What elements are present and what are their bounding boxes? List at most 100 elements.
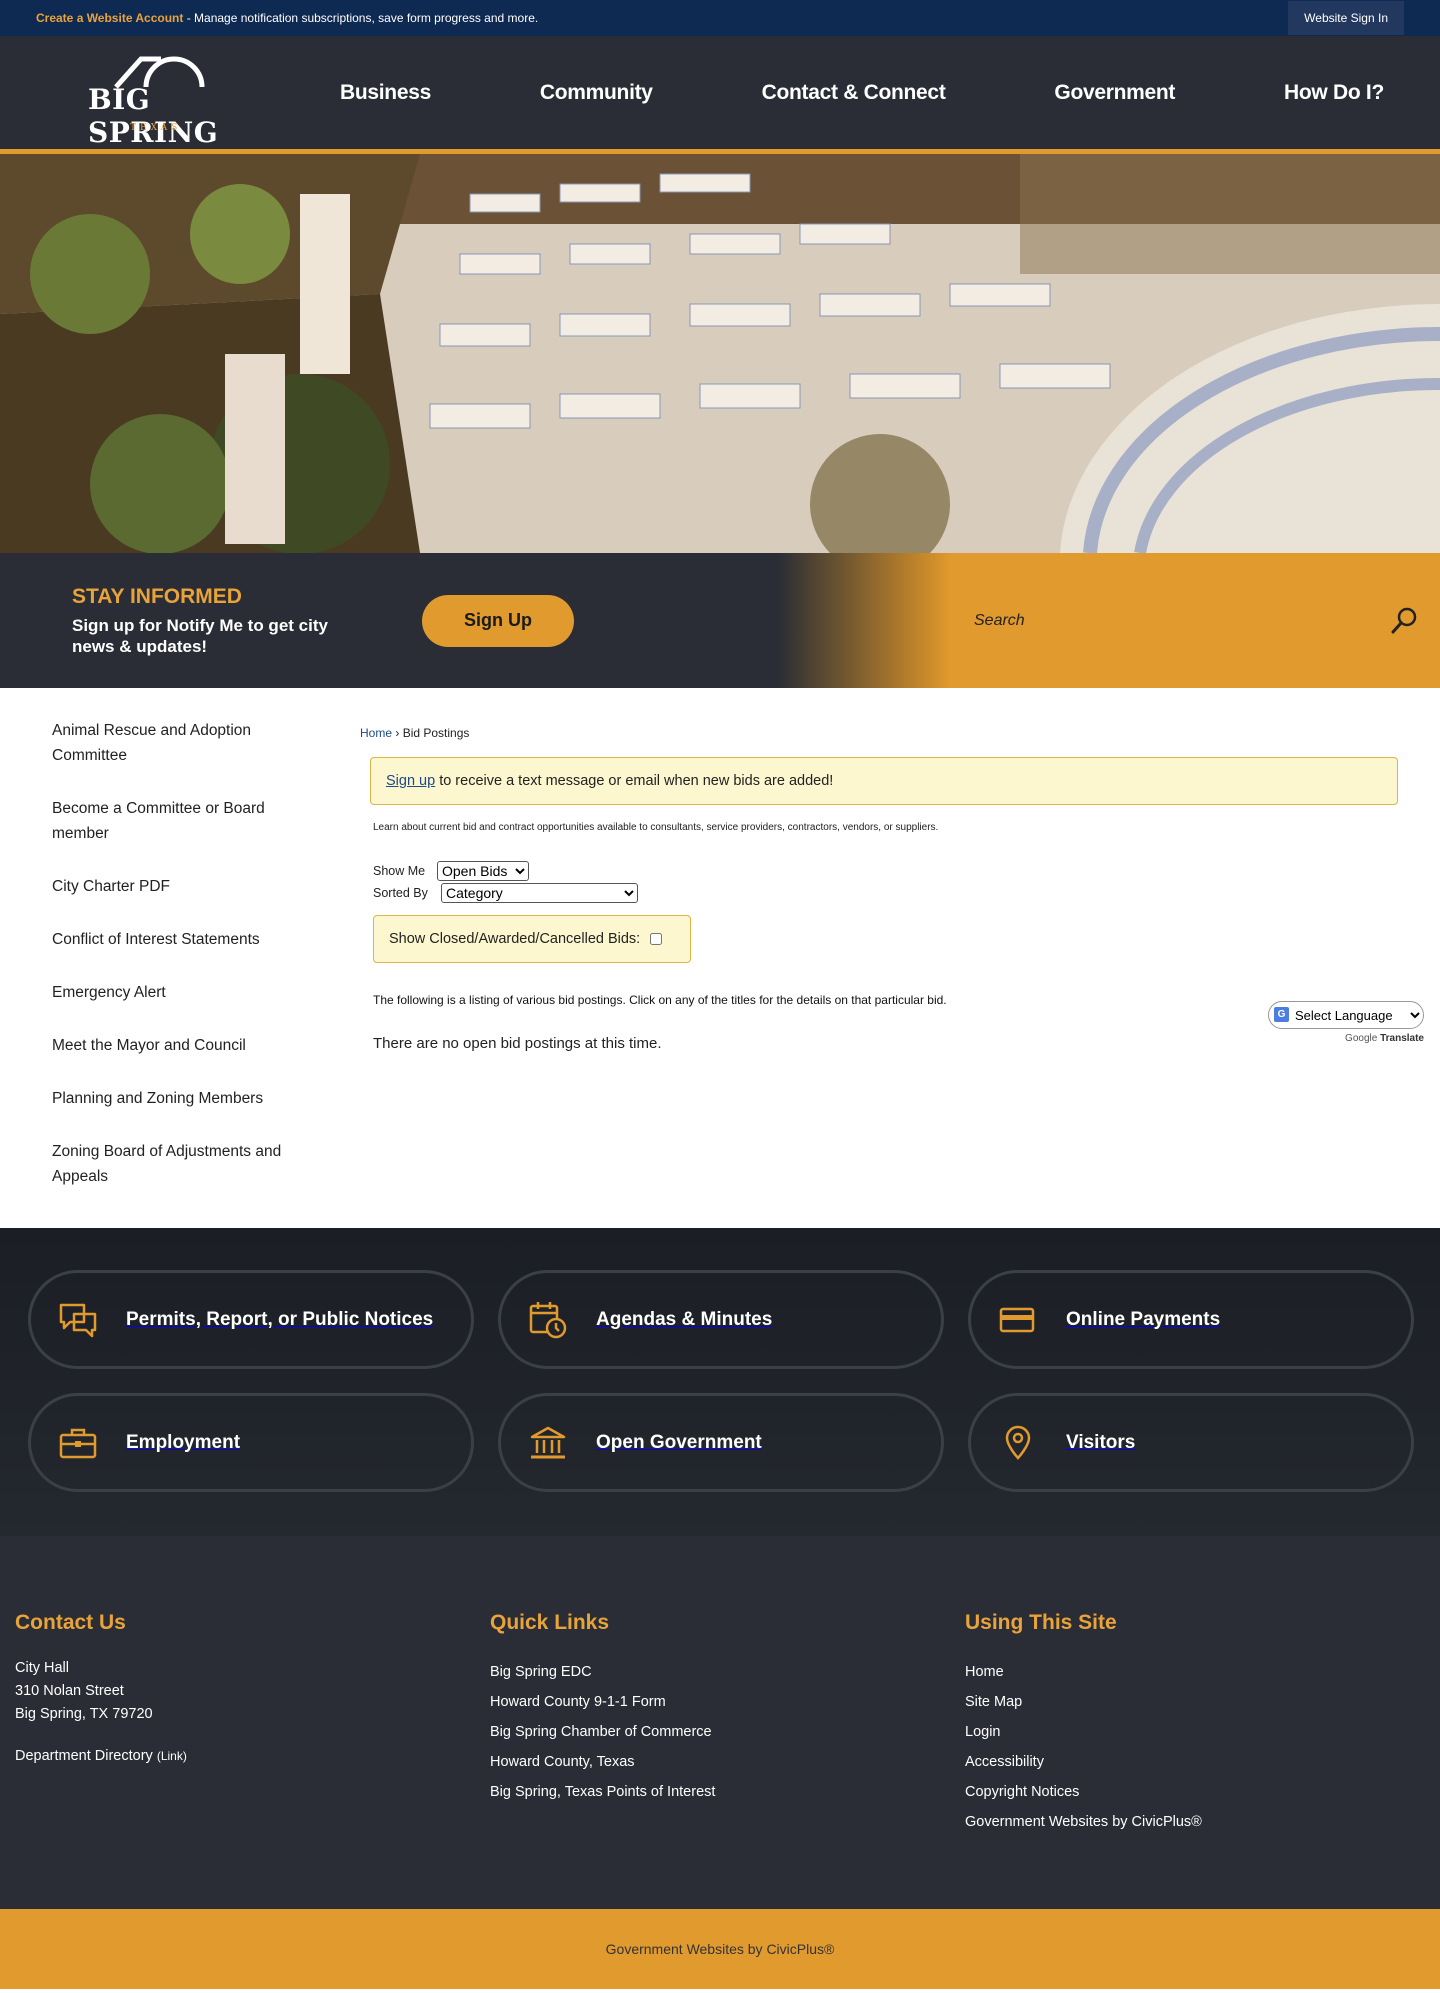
civicplus-credit-link[interactable]: Government Websites by CivicPlus® [606, 1941, 835, 1957]
footer-link-copyright[interactable]: Copyright Notices [965, 1777, 1440, 1807]
footer-link-chamber[interactable]: Big Spring Chamber of Commerce [490, 1717, 965, 1747]
website-sign-in-button[interactable]: Website Sign In [1288, 1, 1404, 35]
quick-label-open-government: Open Government [596, 1431, 762, 1453]
logo-subtitle: TEXAS [130, 122, 182, 133]
footer-link-howard-county[interactable]: Howard County, Texas [490, 1747, 965, 1777]
stay-informed-bar: STAY INFORMED Sign up for Notify Me to g… [0, 553, 1440, 688]
account-notice: Create a Website Account - Manage notifi… [36, 11, 538, 25]
footer-address-line3: Big Spring, TX 79720 [15, 1706, 153, 1722]
sidebar-item-become-committee[interactable]: Become a Committee or Board member [52, 796, 292, 846]
sidebar-item-city-charter[interactable]: City Charter PDF [52, 874, 292, 899]
nav-contact-connect[interactable]: Contact & Connect [762, 81, 946, 105]
site-header: BIG SPRING TEXAS Business Community Cont… [0, 36, 1440, 154]
site-footer: Contact Us City Hall 310 Nolan Street Bi… [0, 1536, 1440, 1909]
listing-description: The following is a listing of various bi… [373, 993, 947, 1007]
department-directory-text: Department Directory [15, 1748, 153, 1764]
department-directory-tag: (Link) [156, 1749, 187, 1763]
footer-link-911-form[interactable]: Howard County 9-1-1 Form [490, 1687, 965, 1717]
nav-business[interactable]: Business [340, 81, 431, 105]
show-me-select[interactable]: Open Bids [437, 861, 529, 881]
bid-postings-main: Home › Bid Postings Sign up to receive a… [360, 718, 1440, 1228]
sidebar-item-conflict-interest[interactable]: Conflict of Interest Statements [52, 927, 292, 952]
hero-banner-image [0, 154, 1440, 553]
stay-informed-text: STAY INFORMED Sign up for Notify Me to g… [72, 585, 352, 657]
nav-community[interactable]: Community [540, 81, 653, 105]
bid-intro-text: Learn about current bid and contract opp… [373, 822, 939, 833]
quick-button-visitors[interactable]: Visitors [968, 1393, 1414, 1492]
powered-by-google: Google Translate [1268, 1033, 1424, 1044]
footer-using-site-column: Using This Site Home Site Map Login Acce… [965, 1611, 1440, 1909]
show-me-label: Show Me [373, 864, 426, 878]
side-navigation: Animal Rescue and Adoption Committee Bec… [0, 718, 360, 1228]
breadcrumb-home[interactable]: Home [360, 726, 392, 740]
quick-button-agendas[interactable]: Agendas & Minutes [498, 1270, 944, 1369]
sorted-by-select[interactable]: Category [441, 883, 638, 903]
breadcrumb-separator: › [392, 726, 403, 740]
nav-how-do-i[interactable]: How Do I? [1284, 81, 1384, 105]
nav-government[interactable]: Government [1054, 81, 1175, 105]
notify-text-prefix: Sign up for [72, 615, 167, 635]
search-input[interactable] [974, 611, 1386, 630]
breadcrumb-current: Bid Postings [402, 726, 470, 740]
footer-contact-title: Contact Us [15, 1611, 126, 1634]
government-building-icon [527, 1422, 569, 1464]
sidebar-item-zoning-board[interactable]: Zoning Board of Adjustments and Appeals [52, 1139, 292, 1189]
amphitheater-illustration [0, 154, 1440, 553]
sorted-by-row: Sorted By Category [373, 882, 1398, 904]
department-directory-link[interactable]: Department Directory (Link) [15, 1748, 490, 1764]
big-spring-logo[interactable]: BIG SPRING TEXAS [70, 43, 270, 149]
quick-label-visitors: Visitors [1066, 1431, 1136, 1453]
sidebar-item-planning-zoning[interactable]: Planning and Zoning Members [52, 1086, 292, 1111]
search-section [780, 553, 1440, 688]
quick-label-permits: Permits, Report, or Public Notices [126, 1308, 434, 1330]
bid-signup-alert: Sign up to receive a text message or ema… [370, 757, 1398, 805]
google-translate-widget: G Select Language Google Translate [1268, 1001, 1424, 1044]
footer-link-accessibility[interactable]: Accessibility [965, 1747, 1440, 1777]
footer-using-site-title: Using This Site [965, 1611, 1117, 1634]
bid-signup-link[interactable]: Sign up [386, 773, 435, 789]
top-bar: Create a Website Account - Manage notifi… [0, 0, 1440, 36]
quick-button-payments[interactable]: Online Payments [968, 1270, 1414, 1369]
search-button[interactable] [1386, 603, 1422, 639]
credit-card-icon [997, 1299, 1039, 1341]
sidebar-item-animal-rescue[interactable]: Animal Rescue and Adoption Committee [52, 718, 292, 768]
show-me-row: Show Me Open Bids [373, 860, 1398, 882]
quick-links-grid: Permits, Report, or Public Notices Agend… [0, 1228, 1440, 1536]
footer-link-civicplus[interactable]: Government Websites by CivicPlus® [965, 1807, 1440, 1837]
footer-link-home[interactable]: Home [965, 1657, 1440, 1687]
powered-google-text: Google [1345, 1033, 1378, 1044]
footer-link-points-interest[interactable]: Big Spring, Texas Points of Interest [490, 1777, 965, 1807]
quick-label-agendas: Agendas & Minutes [596, 1308, 773, 1330]
logo-name: BIG SPRING [88, 82, 219, 149]
search-icon [1391, 607, 1417, 633]
bottom-bar: Government Websites by CivicPlus® [0, 1909, 1440, 1989]
sidebar-item-emergency-alert[interactable]: Emergency Alert [52, 980, 292, 1005]
location-pin-icon [997, 1422, 1039, 1464]
show-closed-label: Show Closed/Awarded/Cancelled Bids: [389, 931, 641, 947]
footer-link-login[interactable]: Login [965, 1717, 1440, 1747]
show-closed-bids-box: Show Closed/Awarded/Cancelled Bids: [373, 915, 691, 963]
footer-address-line1: City Hall [15, 1660, 69, 1676]
quick-button-employment[interactable]: Employment [28, 1393, 474, 1492]
select-language-dropdown[interactable]: Select Language [1268, 1001, 1424, 1029]
sidebar-item-mayor-council[interactable]: Meet the Mayor and Council [52, 1033, 292, 1058]
no-bids-message: There are no open bid postings at this t… [373, 1035, 662, 1052]
footer-link-site-map[interactable]: Site Map [965, 1687, 1440, 1717]
footer-contact-column: Contact Us City Hall 310 Nolan Street Bi… [15, 1611, 490, 1909]
quick-button-open-government[interactable]: Open Government [498, 1393, 944, 1492]
create-account-link[interactable]: Create a Website Account [36, 11, 183, 25]
show-closed-checkbox[interactable] [650, 933, 663, 945]
footer-quick-links-column: Quick Links Big Spring EDC Howard County… [490, 1611, 965, 1909]
quick-button-permits[interactable]: Permits, Report, or Public Notices [28, 1270, 474, 1369]
calendar-clock-icon [527, 1299, 569, 1341]
chat-bubbles-icon [57, 1299, 99, 1341]
footer-address-line2: 310 Nolan Street [15, 1683, 124, 1699]
footer-link-edc[interactable]: Big Spring EDC [490, 1657, 965, 1687]
sign-up-button[interactable]: Sign Up [422, 594, 574, 647]
quick-label-payments: Online Payments [1066, 1308, 1221, 1330]
main-navigation: Business Community Contact & Connect Gov… [340, 81, 1440, 105]
breadcrumb: Home › Bid Postings [360, 726, 1398, 740]
account-description: - Manage notification subscriptions, sav… [183, 11, 539, 25]
stay-informed-title: STAY INFORMED [72, 584, 242, 608]
google-translate-icon: G [1274, 1007, 1289, 1022]
